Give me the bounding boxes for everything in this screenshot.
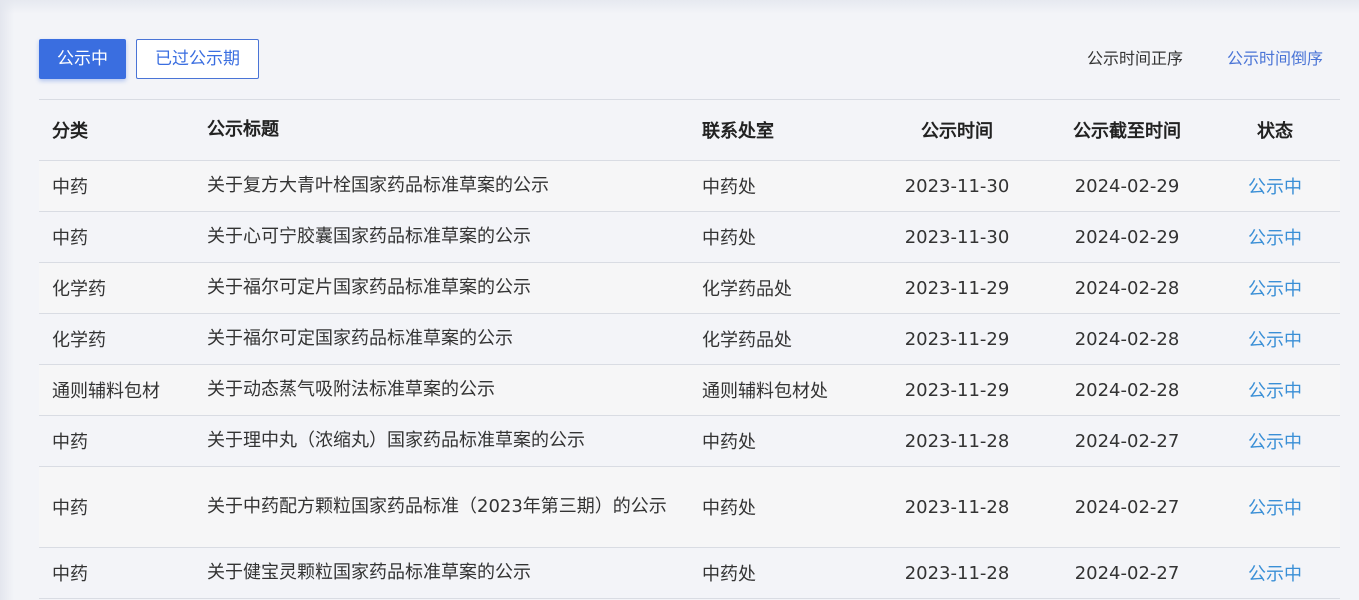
row-publish-date: 2023-11-28 (904, 430, 1010, 452)
row-publish-date: 2023-11-30 (904, 175, 1010, 197)
row-department: 化学药品处 (702, 279, 792, 300)
row-status[interactable]: 公示中 (1217, 263, 1333, 313)
tab-expired-announcements[interactable]: 已过公示期 (136, 39, 259, 79)
row-end-date: 2024-02-27 (1074, 562, 1180, 584)
header-category: 分类 (52, 121, 88, 142)
row-department: 中药处 (702, 432, 756, 453)
row-end-date: 2024-02-27 (1074, 430, 1180, 452)
table-row[interactable]: 中药 关于心可宁胶囊国家药品标准草案的公示 中药处 2023-11-30 202… (39, 212, 1340, 263)
row-title-link[interactable]: 关于心可宁胶囊国家药品标准草案的公示 (207, 212, 687, 262)
row-publish-date: 2023-11-30 (904, 226, 1010, 248)
row-category: 中药 (52, 498, 88, 519)
row-end-date: 2024-02-27 (1074, 496, 1180, 518)
row-category: 通则辅料包材 (52, 381, 160, 402)
row-department: 中药处 (702, 228, 756, 249)
row-title-link[interactable]: 关于福尔可定国家药品标准草案的公示 (207, 314, 687, 364)
row-title-link[interactable]: 关于福尔可定片国家药品标准草案的公示 (207, 263, 687, 313)
toolbar: 公示中 已过公示期 公示时间正序 公示时间倒序 (39, 39, 1340, 79)
row-department: 通则辅料包材处 (702, 381, 828, 402)
row-status[interactable]: 公示中 (1217, 467, 1333, 547)
header-title: 公示标题 (207, 119, 279, 140)
table-row[interactable]: 中药 关于复方大青叶栓国家药品标准草案的公示 中药处 2023-11-30 20… (39, 161, 1340, 212)
table-row[interactable]: 通则辅料包材 关于动态蒸气吸附法标准草案的公示 通则辅料包材处 2023-11-… (39, 365, 1340, 416)
row-department: 化学药品处 (702, 330, 792, 351)
row-publish-date: 2023-11-29 (904, 277, 1010, 299)
row-department: 中药处 (702, 564, 756, 585)
row-status[interactable]: 公示中 (1217, 161, 1333, 211)
sort-descending-link[interactable]: 公示时间倒序 (1227, 39, 1323, 79)
top-shadow (0, 0, 1359, 14)
row-publish-date: 2023-11-28 (904, 496, 1010, 518)
row-title-link[interactable]: 关于理中丸（浓缩丸）国家药品标准草案的公示 (207, 416, 687, 466)
table-header: 分类 公示标题 联系处室 公示时间 公示截至时间 状态 (39, 100, 1340, 161)
row-end-date: 2024-02-28 (1074, 379, 1180, 401)
table-row[interactable]: 化学药 关于福尔可定国家药品标准草案的公示 化学药品处 2023-11-29 2… (39, 314, 1340, 365)
row-status[interactable]: 公示中 (1217, 365, 1333, 415)
header-end-date: 公示截至时间 (1073, 121, 1181, 142)
row-publish-date: 2023-11-29 (904, 328, 1010, 350)
row-category: 中药 (52, 564, 88, 585)
row-publish-date: 2023-11-28 (904, 562, 1010, 584)
table-row[interactable]: 化学药 关于福尔可定片国家药品标准草案的公示 化学药品处 2023-11-29 … (39, 263, 1340, 314)
header-status: 状态 (1257, 121, 1293, 142)
row-department: 中药处 (702, 177, 756, 198)
row-status[interactable]: 公示中 (1217, 212, 1333, 262)
left-shadow (0, 0, 14, 600)
header-publish-date: 公示时间 (921, 121, 993, 142)
table-row[interactable]: 中药 关于健宝灵颗粒国家药品标准草案的公示 中药处 2023-11-28 202… (39, 548, 1340, 599)
row-title-link[interactable]: 关于健宝灵颗粒国家药品标准草案的公示 (207, 548, 687, 598)
table-row[interactable]: 中药 关于中药配方颗粒国家药品标准（2023年第三期）的公示 中药处 2023-… (39, 467, 1340, 548)
row-end-date: 2024-02-28 (1074, 328, 1180, 350)
table-row[interactable]: 中药 关于理中丸（浓缩丸）国家药品标准草案的公示 中药处 2023-11-28 … (39, 416, 1340, 467)
row-end-date: 2024-02-28 (1074, 277, 1180, 299)
row-end-date: 2024-02-29 (1074, 175, 1180, 197)
row-status[interactable]: 公示中 (1217, 548, 1333, 598)
announcement-table: 分类 公示标题 联系处室 公示时间 公示截至时间 状态 中药 关于复方大青叶栓国… (39, 99, 1340, 599)
row-title-link[interactable]: 关于复方大青叶栓国家药品标准草案的公示 (207, 161, 687, 211)
row-category: 化学药 (52, 279, 106, 300)
tab-active-announcements[interactable]: 公示中 (39, 39, 126, 79)
row-category: 中药 (52, 432, 88, 453)
header-department: 联系处室 (702, 121, 774, 142)
row-category: 中药 (52, 177, 88, 198)
row-title-link[interactable]: 关于动态蒸气吸附法标准草案的公示 (207, 365, 687, 415)
sort-ascending-link[interactable]: 公示时间正序 (1087, 39, 1183, 79)
row-category: 中药 (52, 228, 88, 249)
row-status[interactable]: 公示中 (1217, 416, 1333, 466)
row-category: 化学药 (52, 330, 106, 351)
row-title-link[interactable]: 关于中药配方颗粒国家药品标准（2023年第三期）的公示 (207, 467, 687, 547)
row-end-date: 2024-02-29 (1074, 226, 1180, 248)
row-status[interactable]: 公示中 (1217, 314, 1333, 364)
row-department: 中药处 (702, 498, 756, 519)
row-publish-date: 2023-11-29 (904, 379, 1010, 401)
